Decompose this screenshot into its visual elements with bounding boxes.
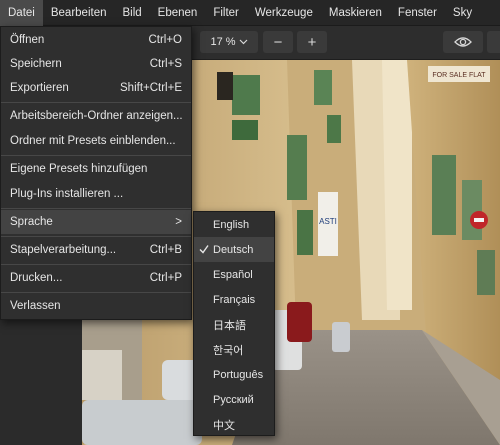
- shortcut-label: Ctrl+B: [149, 244, 182, 256]
- menu-item-show-presets-folder[interactable]: Ordner mit Presets einblenden...: [1, 129, 191, 153]
- asti-sign: ASTI: [319, 217, 337, 226]
- shortcut-label: Ctrl+S: [149, 58, 182, 70]
- menu-separator: [1, 208, 191, 209]
- preview-toggle-button[interactable]: [443, 31, 483, 53]
- menu-item-label: Exportieren: [10, 82, 69, 94]
- file-menu: Öffnen Ctrl+O Speichern Ctrl+S Exportier…: [0, 26, 192, 320]
- shortcut-label: Ctrl+O: [148, 34, 182, 46]
- language-item-portugues[interactable]: Português: [194, 362, 274, 387]
- menu-item-label: Stapelverarbeitung...: [10, 244, 117, 256]
- menu-item-label: Plug-Ins installieren ...: [10, 188, 124, 200]
- language-item-korean[interactable]: 한국어: [194, 337, 274, 362]
- menu-item-export[interactable]: Exportieren Shift+Ctrl+E: [1, 76, 191, 100]
- language-label: 中文: [213, 419, 235, 432]
- language-item-japanese[interactable]: 日本語: [194, 312, 274, 337]
- minus-icon: −: [273, 33, 283, 51]
- compare-button[interactable]: [487, 31, 500, 53]
- menu-item-label: Öffnen: [10, 34, 45, 46]
- menu-fenster[interactable]: Fenster: [390, 0, 445, 26]
- menu-datei[interactable]: Datei: [0, 0, 43, 26]
- shortcut-label: Shift+Ctrl+E: [120, 82, 182, 94]
- shortcut-label: Ctrl+P: [149, 272, 182, 284]
- language-item-russian[interactable]: Русский: [194, 387, 274, 412]
- menu-bearbeiten[interactable]: Bearbeiten: [43, 0, 115, 26]
- menu-item-label: Speichern: [10, 58, 62, 70]
- menu-item-save[interactable]: Speichern Ctrl+S: [1, 52, 191, 76]
- menu-item-label: Eigene Presets hinzufügen: [10, 163, 148, 175]
- menu-separator: [1, 155, 191, 156]
- language-label: 日本語: [213, 319, 246, 332]
- menu-filter[interactable]: Filter: [205, 0, 247, 26]
- language-item-deutsch[interactable]: Deutsch: [194, 237, 274, 262]
- for-sale-sign: FOR SALE FLAT: [432, 72, 486, 79]
- menu-werkzeuge[interactable]: Werkzeuge: [247, 0, 321, 26]
- menu-item-batch[interactable]: Stapelverarbeitung... Ctrl+B: [1, 238, 191, 262]
- menu-item-label: Ordner mit Presets einblenden...: [10, 135, 176, 147]
- menu-maskieren[interactable]: Maskieren: [321, 0, 390, 26]
- menu-bar: Datei Bearbeiten Bild Ebenen Filter Werk…: [0, 0, 500, 26]
- menu-item-show-workspace-folder[interactable]: Arbeitsbereich-Ordner anzeigen...: [1, 104, 191, 128]
- menu-item-install-plugins[interactable]: Plug-Ins installieren ...: [1, 182, 191, 206]
- language-label: Français: [213, 293, 256, 306]
- language-label: Español: [213, 268, 253, 281]
- menu-sky[interactable]: Sky: [445, 0, 480, 26]
- language-submenu: English Deutsch Español Français 日本語 한국어…: [193, 211, 275, 436]
- menu-separator: [1, 102, 191, 103]
- language-label: English: [213, 218, 250, 231]
- menu-separator: [1, 292, 191, 293]
- language-item-english[interactable]: English: [194, 212, 274, 237]
- menu-ebenen[interactable]: Ebenen: [150, 0, 206, 26]
- language-label: Deutsch: [213, 243, 254, 256]
- menu-item-print[interactable]: Drucken... Ctrl+P: [1, 266, 191, 290]
- plus-icon: +: [307, 33, 317, 51]
- checkmark-icon: [199, 245, 209, 254]
- eye-icon: [454, 37, 472, 47]
- language-item-espanol[interactable]: Español: [194, 262, 274, 287]
- zoom-dropdown[interactable]: 17 %: [200, 31, 258, 53]
- menu-item-label: Drucken...: [10, 272, 63, 284]
- menu-item-label: Arbeitsbereich-Ordner anzeigen...: [10, 110, 183, 122]
- language-label: Русский: [213, 393, 254, 406]
- menu-bild[interactable]: Bild: [114, 0, 149, 26]
- menu-item-open[interactable]: Öffnen Ctrl+O: [1, 28, 191, 52]
- menu-item-label: Verlassen: [10, 300, 61, 312]
- menu-separator: [1, 264, 191, 265]
- language-label: Português: [213, 368, 264, 381]
- chevron-down-icon: [239, 39, 247, 45]
- language-item-francais[interactable]: Français: [194, 287, 274, 312]
- menu-item-add-presets[interactable]: Eigene Presets hinzufügen: [1, 157, 191, 181]
- menu-item-label: Sprache: [10, 216, 53, 228]
- zoom-value: 17 %: [210, 36, 236, 48]
- zoom-in-button[interactable]: +: [297, 31, 327, 53]
- language-label: 한국어: [213, 344, 244, 357]
- language-item-chinese[interactable]: 中文: [194, 412, 274, 437]
- menu-item-language[interactable]: Sprache >: [1, 210, 191, 234]
- zoom-out-button[interactable]: −: [263, 31, 293, 53]
- chevron-right-icon: >: [175, 216, 182, 228]
- menu-item-quit[interactable]: Verlassen: [1, 294, 191, 318]
- menu-separator: [1, 236, 191, 237]
